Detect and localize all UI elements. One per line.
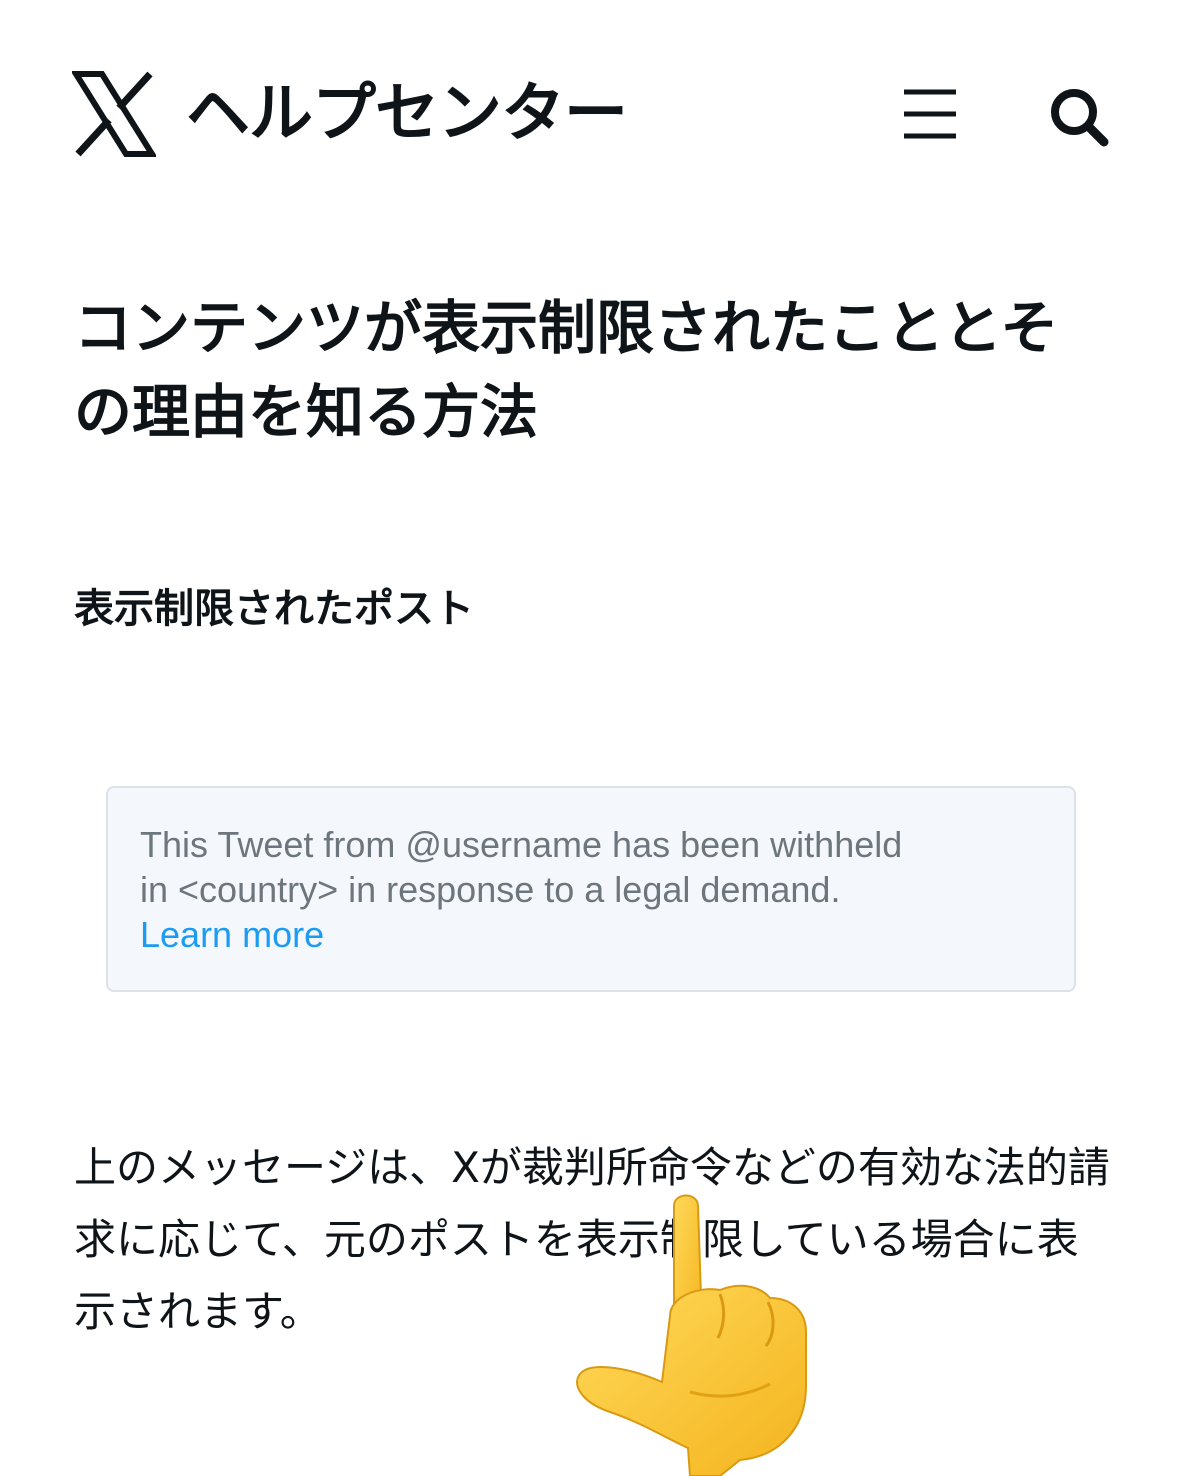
- withheld-notice-card: This Tweet from @username has been withh…: [106, 786, 1076, 992]
- search-icon: [1051, 89, 1109, 147]
- page-title: コンテンツが表示制限されたこととその理由を知る方法: [74, 294, 1059, 446]
- notice-line-2: in <country> in response to a legal dema…: [140, 869, 841, 910]
- brand-title[interactable]: ヘルプセンター: [186, 74, 628, 154]
- section-heading: 表示制限されたポスト: [74, 586, 474, 632]
- pointing-up-hand-icon: [576, 1194, 807, 1476]
- help-center-page: ヘルプセンター コンテンツが表示制限されたこととその理由を知る方法 表示制限され…: [0, 0, 1178, 1476]
- menu-button[interactable]: [900, 84, 960, 144]
- learn-more-link[interactable]: Learn more: [140, 912, 1044, 957]
- notice-line-1: This Tweet from @username has been withh…: [140, 824, 903, 865]
- search-button[interactable]: [1046, 84, 1110, 148]
- x-logo-icon[interactable]: [72, 70, 156, 158]
- hamburger-menu-icon: [904, 89, 956, 139]
- site-header: ヘルプセンター: [0, 0, 1178, 230]
